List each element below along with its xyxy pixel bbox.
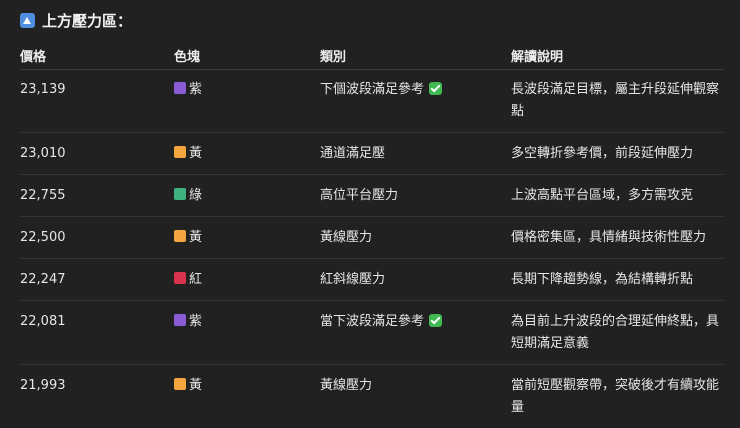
- price-value: 22,081: [20, 301, 174, 342]
- section-heading-text: 上方壓力區：: [42, 10, 132, 31]
- color-label: 黃: [189, 230, 202, 245]
- color-label: 紅: [189, 272, 202, 287]
- table-row: 23,010 黃 通道滿足壓 多空轉折參考價，前段延伸壓力: [20, 133, 724, 175]
- category-cell: 高位平台壓力: [320, 175, 511, 217]
- table-header-row: 價格 色塊 類別 解讀說明: [20, 41, 724, 70]
- header-category: 類別: [320, 41, 511, 70]
- color-label: 紫: [189, 314, 202, 329]
- price-cell: 21,993: [20, 365, 174, 428]
- color-swatch-icon: [174, 272, 186, 284]
- table-row: 22,755 綠 高位平台壓力 上波高點平台區域，多方需攻克: [20, 175, 724, 217]
- price-cell: 23,139: [20, 70, 174, 133]
- description-cell: 長期下降趨勢線，為結構轉折點: [511, 259, 724, 301]
- category-label: 下個波段滿足參考: [320, 82, 424, 97]
- color-cell: 紫: [174, 70, 320, 133]
- price-value: 22,500: [20, 217, 174, 258]
- category-cell: 黃線壓力: [320, 365, 511, 428]
- color-label: 黃: [189, 146, 202, 161]
- category-cell: 當下波段滿足參考: [320, 301, 511, 365]
- price-value: 21,993: [20, 365, 174, 406]
- price-value: 22,755: [20, 175, 174, 216]
- category-label: 高位平台壓力: [320, 188, 398, 203]
- description-cell: 多空轉折參考價，前段延伸壓力: [511, 133, 724, 175]
- color-cell: 紅: [174, 259, 320, 301]
- price-cell: 23,010: [20, 133, 174, 175]
- description-cell: 價格密集區，具情緒與技術性壓力: [511, 217, 724, 259]
- page: 上方壓力區： 價格 色塊 類別 解讀說明 23,139 紫 下個波段滿足參考 長波段滿…: [0, 0, 740, 424]
- table-row: 22,081 紫 當下波段滿足參考 為目前上升波段的合理延伸終點，具短期滿足意義: [20, 301, 724, 365]
- color-cell: 綠: [174, 175, 320, 217]
- price-cell: 22,755: [20, 175, 174, 217]
- price-cell: 22,081: [20, 301, 174, 365]
- color-cell: 紫: [174, 301, 320, 365]
- color-swatch-icon: [174, 82, 186, 94]
- color-swatch-icon: [174, 230, 186, 242]
- section-heading: 上方壓力區：: [20, 9, 132, 31]
- description-text: 為目前上升波段的合理延伸終點，具短期滿足意義: [511, 301, 724, 364]
- category-cell: 通道滿足壓: [320, 133, 511, 175]
- description-text: 長波段滿足目標，屬主升段延伸觀察點: [511, 70, 724, 132]
- pressure-table: 價格 色塊 類別 解讀說明 23,139 紫 下個波段滿足參考 長波段滿足目標，屬主升…: [20, 41, 724, 428]
- table-row: 21,993 黃 黃線壓力 當前短壓觀察帶，突破後才有續攻能量: [20, 365, 724, 428]
- description-text: 價格密集區，具情緒與技術性壓力: [511, 217, 724, 258]
- color-label: 紫: [189, 82, 202, 97]
- color-label: 綠: [189, 188, 202, 203]
- category-label: 黃線壓力: [320, 378, 372, 393]
- category-label: 紅斜線壓力: [320, 272, 385, 287]
- color-swatch-icon: [174, 378, 186, 390]
- check-mark-icon: [429, 314, 442, 327]
- color-cell: 黃: [174, 217, 320, 259]
- category-cell: 黃線壓力: [320, 217, 511, 259]
- header-price: 價格: [20, 41, 174, 70]
- description-text: 當前短壓觀察帶，突破後才有續攻能量: [511, 365, 724, 428]
- category-cell: 紅斜線壓力: [320, 259, 511, 301]
- category-label: 通道滿足壓: [320, 146, 385, 161]
- check-mark-icon: [429, 82, 442, 95]
- category-label: 黃線壓力: [320, 230, 372, 245]
- category-cell: 下個波段滿足參考: [320, 70, 511, 133]
- color-label: 黃: [189, 378, 202, 393]
- description-cell: 上波高點平台區域，多方需攻克: [511, 175, 724, 217]
- up-arrow-icon: [20, 13, 35, 28]
- color-swatch-icon: [174, 146, 186, 158]
- price-cell: 22,500: [20, 217, 174, 259]
- description-cell: 當前短壓觀察帶，突破後才有續攻能量: [511, 365, 724, 428]
- header-color: 色塊: [174, 41, 320, 70]
- header-description: 解讀說明: [511, 41, 724, 70]
- table-row: 22,500 黃 黃線壓力 價格密集區，具情緒與技術性壓力: [20, 217, 724, 259]
- table-row: 23,139 紫 下個波段滿足參考 長波段滿足目標，屬主升段延伸觀察點: [20, 70, 724, 133]
- price-cell: 22,247: [20, 259, 174, 301]
- table-row: 22,247 紅 紅斜線壓力 長期下降趨勢線，為結構轉折點: [20, 259, 724, 301]
- description-cell: 長波段滿足目標，屬主升段延伸觀察點: [511, 70, 724, 133]
- color-cell: 黃: [174, 133, 320, 175]
- description-text: 多空轉折參考價，前段延伸壓力: [511, 133, 724, 174]
- price-value: 23,139: [20, 70, 174, 110]
- category-label: 當下波段滿足參考: [320, 314, 424, 329]
- price-value: 23,010: [20, 133, 174, 174]
- color-swatch-icon: [174, 314, 186, 326]
- color-swatch-icon: [174, 188, 186, 200]
- price-value: 22,247: [20, 259, 174, 300]
- description-cell: 為目前上升波段的合理延伸終點，具短期滿足意義: [511, 301, 724, 365]
- description-text: 上波高點平台區域，多方需攻克: [511, 175, 724, 216]
- color-cell: 黃: [174, 365, 320, 428]
- description-text: 長期下降趨勢線，為結構轉折點: [511, 259, 724, 300]
